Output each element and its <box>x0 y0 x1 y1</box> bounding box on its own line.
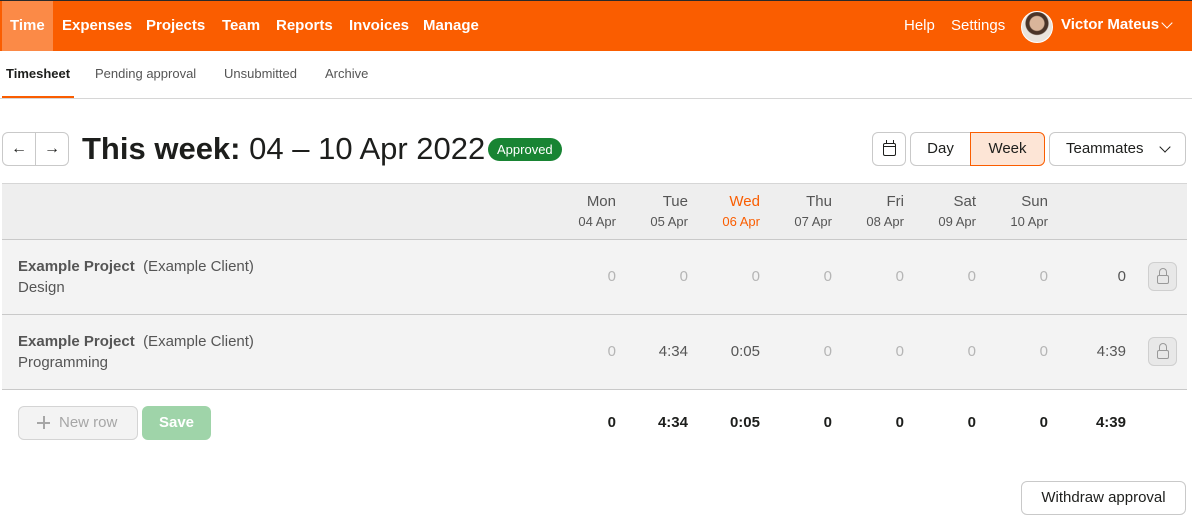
chevron-down-icon <box>1159 141 1171 153</box>
day-date: 10 Apr <box>1010 214 1048 229</box>
sub-navigation: Timesheet Pending approval Unsubmitted A… <box>0 51 1192 99</box>
hours-cell: 0 <box>895 268 904 285</box>
tab-pending-approval[interactable]: Pending approval <box>95 51 196 98</box>
week-view-button[interactable]: Week <box>970 132 1045 166</box>
save-button[interactable]: Save <box>142 406 211 440</box>
nav-expenses[interactable]: Expenses <box>54 1 140 51</box>
nav-time[interactable]: Time <box>2 1 53 51</box>
hours-cell: 0 <box>895 343 904 360</box>
lock-icon-body <box>1157 350 1169 359</box>
day-header-sun: Sun 10 Apr <box>976 193 1048 233</box>
week-title-prefix: This week: <box>82 131 241 166</box>
day-total: 0:05 <box>729 414 760 431</box>
status-badge: Approved <box>488 138 562 161</box>
day-total: 0 <box>895 414 904 431</box>
teammates-dropdown[interactable]: Teammates <box>1049 132 1186 166</box>
day-date: 04 Apr <box>578 214 616 229</box>
previous-week-button[interactable]: ← <box>2 132 36 166</box>
week-range: 04 – 10 Apr 2022 <box>249 131 486 166</box>
hours-cell: 0 <box>967 268 976 285</box>
hours-cell: 0 <box>607 343 616 360</box>
day-name: Sun <box>1021 193 1048 210</box>
day-date: 05 Apr <box>650 214 688 229</box>
hours-cell: 0 <box>823 268 832 285</box>
hours-cell: 0 <box>1039 343 1048 360</box>
task-name: Design <box>18 279 65 296</box>
hours-cell: 0:05 <box>730 343 760 360</box>
arrow-left-icon: ← <box>11 140 27 157</box>
plus-icon <box>37 416 50 429</box>
lock-button[interactable] <box>1148 337 1177 366</box>
tab-timesheet[interactable]: Timesheet <box>2 51 74 98</box>
table-row: Example Project (Example Client) Design … <box>2 240 1187 315</box>
day-header-wed: Wed 06 Apr <box>688 193 760 233</box>
tab-unsubmitted[interactable]: Unsubmitted <box>224 51 297 98</box>
day-view-button[interactable]: Day <box>910 132 971 166</box>
nav-manage[interactable]: Manage <box>415 1 487 51</box>
row-project-label: Example Project (Example Client) <box>18 257 254 277</box>
hours-cell: 0 <box>751 268 760 285</box>
user-menu-name[interactable]: Victor Mateus <box>1061 1 1159 51</box>
nav-invoices[interactable]: Invoices <box>341 1 417 51</box>
row-total: 0 <box>1117 268 1126 285</box>
client-name: (Example Client) <box>143 258 254 275</box>
nav-reports[interactable]: Reports <box>268 1 341 51</box>
tab-archive[interactable]: Archive <box>325 51 368 98</box>
day-header-sat: Sat 09 Apr <box>904 193 976 233</box>
new-row-button[interactable]: New row <box>18 406 138 440</box>
hours-cell: 0 <box>823 343 832 360</box>
chevron-down-icon[interactable] <box>1161 17 1173 29</box>
day-name: Mon <box>586 193 616 210</box>
day-name: Sat <box>953 193 976 210</box>
day-name: Tue <box>662 193 688 210</box>
hours-cell: 0 <box>679 268 688 285</box>
day-total: 4:34 <box>657 414 688 431</box>
top-navigation-bar: Time Expenses Projects Team Reports Invo… <box>0 0 1192 51</box>
day-header-mon: Mon 04 Apr <box>544 193 616 233</box>
page-title: This week: 04 – 10 Apr 2022 <box>82 130 485 168</box>
grand-total: 4:39 <box>1095 414 1126 431</box>
project-name: Example Project <box>18 258 135 275</box>
client-name: (Example Client) <box>143 333 254 350</box>
day-date: 08 Apr <box>866 214 904 229</box>
project-name: Example Project <box>18 333 135 350</box>
day-name: Thu <box>806 193 832 210</box>
table-header: Mon 04 Apr Tue 05 Apr Wed 06 Apr Thu 07 … <box>2 183 1187 240</box>
hours-cell: 0 <box>1039 268 1048 285</box>
arrow-right-icon: → <box>44 140 60 157</box>
day-date: 07 Apr <box>794 214 832 229</box>
next-week-button[interactable]: → <box>35 132 69 166</box>
table-row: Example Project (Example Client) Program… <box>2 315 1187 390</box>
calendar-icon <box>883 140 896 156</box>
help-link[interactable]: Help <box>904 1 935 51</box>
nav-projects[interactable]: Projects <box>138 1 213 51</box>
row-project-label: Example Project (Example Client) <box>18 332 254 352</box>
task-name: Programming <box>18 354 109 371</box>
lock-icon-body <box>1157 275 1169 284</box>
day-header-thu: Thu 07 Apr <box>760 193 832 233</box>
avatar[interactable] <box>1021 11 1053 43</box>
hours-cell: 4:34 <box>658 343 688 360</box>
lock-button[interactable] <box>1148 262 1177 291</box>
teammates-label: Teammates <box>1066 140 1144 157</box>
hours-cell: 0 <box>967 343 976 360</box>
withdraw-approval-button[interactable]: Withdraw approval <box>1021 481 1186 515</box>
nav-team[interactable]: Team <box>214 1 268 51</box>
day-total: 0 <box>607 414 616 431</box>
day-total: 0 <box>1039 414 1048 431</box>
hours-cell: 0 <box>607 268 616 285</box>
day-total: 0 <box>967 414 976 431</box>
day-header-fri: Fri 08 Apr <box>832 193 904 233</box>
calendar-button[interactable] <box>872 132 906 166</box>
day-date: 09 Apr <box>938 214 976 229</box>
settings-link[interactable]: Settings <box>951 1 1005 51</box>
day-date: 06 Apr <box>722 214 760 229</box>
day-total: 0 <box>823 414 832 431</box>
day-name: Wed <box>729 193 760 210</box>
day-name: Fri <box>886 193 905 210</box>
new-row-label: New row <box>59 414 118 431</box>
day-header-tue: Tue 05 Apr <box>616 193 688 233</box>
row-total: 4:39 <box>1096 343 1126 360</box>
